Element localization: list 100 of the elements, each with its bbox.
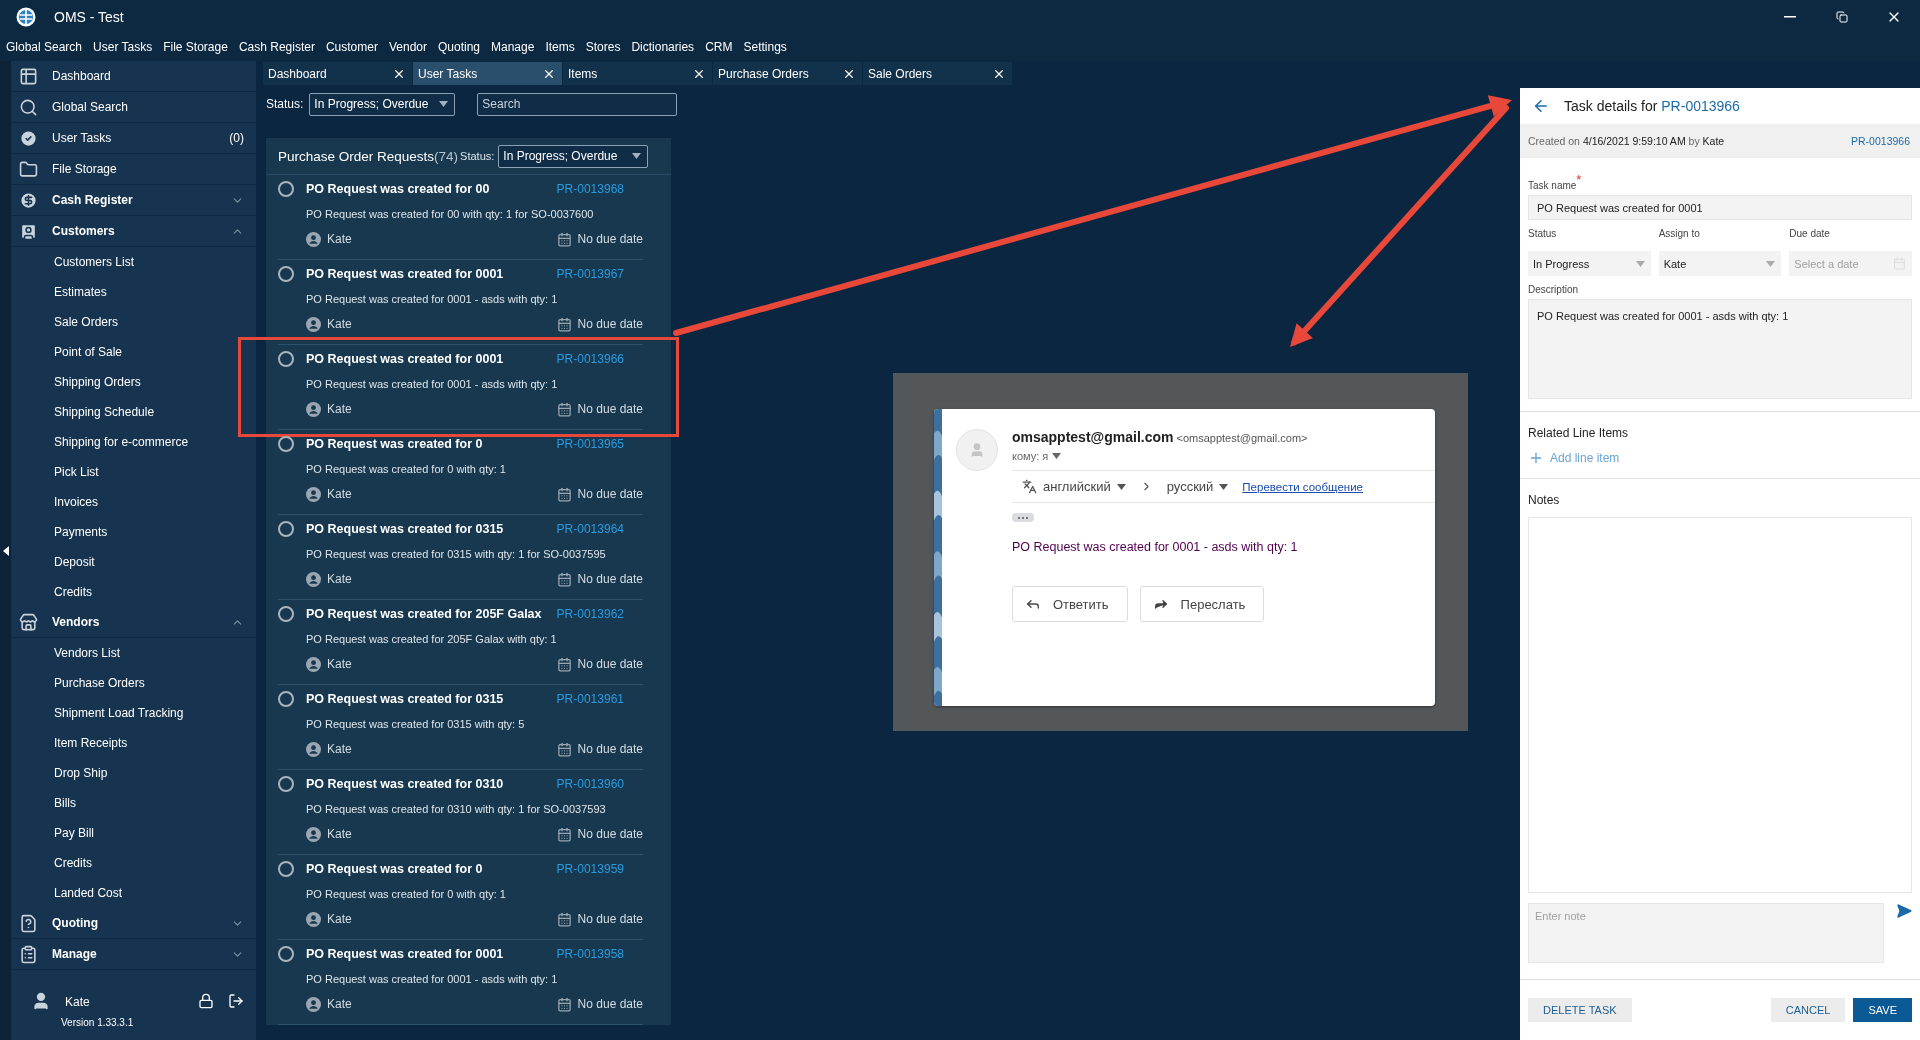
request-link[interactable]: PR-0013958 bbox=[556, 947, 643, 961]
forward-button[interactable]: Переслать bbox=[1139, 586, 1265, 622]
sidebar-subitem[interactable]: Deposit bbox=[11, 547, 256, 577]
status-label: Status: bbox=[460, 150, 495, 162]
request-link[interactable]: PR-0013959 bbox=[556, 862, 643, 876]
request-link[interactable]: PR-0013962 bbox=[556, 607, 643, 621]
sidebar-item[interactable]: Global Search bbox=[11, 92, 256, 123]
language-select[interactable]: русский bbox=[1166, 479, 1214, 494]
tab[interactable]: Purchase Orders bbox=[713, 62, 863, 85]
menu-item[interactable]: Stores bbox=[585, 40, 621, 54]
menu-item[interactable]: Cash Register bbox=[238, 40, 315, 54]
menu-item[interactable]: Global Search bbox=[6, 40, 83, 54]
created-info: Created on 4/16/2021 9:59:10 AM by Kate bbox=[1528, 135, 1725, 147]
sidebar-subitem[interactable]: Item Receipts bbox=[11, 728, 256, 758]
status-select[interactable]: In Progress; Overdue bbox=[498, 144, 649, 168]
sidebar-subitem[interactable]: Invoices bbox=[11, 487, 256, 517]
task-description: PO Request was created for 0 with qty: 1 bbox=[306, 888, 507, 900]
sidebar-subitem[interactable]: Pay Bill bbox=[11, 818, 256, 848]
sidebar-subitem[interactable]: Pick List bbox=[11, 457, 256, 487]
sidebar-subitem[interactable]: Purchase Orders bbox=[11, 668, 256, 698]
tab[interactable]: User Tasks bbox=[413, 62, 563, 85]
send-icon[interactable] bbox=[1896, 903, 1912, 919]
collapse-handle-icon[interactable] bbox=[2, 545, 9, 556]
sidebar-subitem[interactable]: Shipping for e-commerce bbox=[11, 427, 256, 457]
translate-link[interactable]: Перевести сообщение bbox=[1242, 480, 1363, 493]
sidebar-subitem[interactable]: Shipping Orders bbox=[11, 367, 256, 397]
language-select[interactable]: английский bbox=[1043, 479, 1111, 494]
complete-radio[interactable] bbox=[278, 351, 294, 367]
description-field[interactable]: PO Request was created for 0001 - asds with qty: 1 bbox=[1528, 299, 1912, 399]
request-link[interactable]: PR-0013964 bbox=[556, 522, 643, 536]
menu-item[interactable]: Items bbox=[545, 40, 575, 54]
table-icon bbox=[19, 66, 38, 86]
complete-radio[interactable] bbox=[278, 436, 294, 452]
sidebar-subitem[interactable]: Shipping Schedule bbox=[11, 397, 256, 427]
logout-icon[interactable] bbox=[228, 993, 244, 1009]
assignee-select[interactable]: Kate bbox=[1658, 251, 1782, 276]
sidebar-subitem[interactable]: Sale Orders bbox=[11, 307, 256, 337]
menu-item[interactable]: Dictionaries bbox=[631, 40, 695, 54]
sidebar-subitem[interactable]: Vendors List bbox=[11, 638, 256, 668]
search-field[interactable]: Search bbox=[477, 92, 678, 116]
sidebar-subitem[interactable]: Estimates bbox=[11, 277, 256, 307]
tab[interactable]: Items bbox=[563, 62, 713, 85]
menu-item[interactable]: Manage bbox=[491, 40, 535, 54]
sidebar-subitem[interactable]: Credits bbox=[11, 848, 256, 878]
cancel-button[interactable]: CANCEL bbox=[1770, 998, 1846, 1022]
sidebar-item[interactable]: File Storage bbox=[11, 154, 256, 185]
request-link[interactable]: PR-0013966 bbox=[1851, 135, 1910, 147]
sidebar-subitem[interactable]: Bills bbox=[11, 788, 256, 818]
sidebar-subitem[interactable]: Shipment Load Tracking bbox=[11, 698, 256, 728]
field-label: Task name bbox=[1528, 180, 1577, 191]
status-select[interactable]: In Progress; Overdue bbox=[309, 92, 456, 116]
tab[interactable]: Sale Orders bbox=[863, 62, 1013, 85]
complete-radio[interactable] bbox=[278, 861, 294, 877]
complete-radio[interactable] bbox=[278, 946, 294, 962]
sidebar-subitem[interactable]: Credits bbox=[11, 577, 256, 607]
menu-item[interactable]: Settings bbox=[743, 40, 787, 54]
sidebar-item[interactable]: Cash Register bbox=[11, 185, 256, 216]
menu-item[interactable]: Customer bbox=[325, 40, 378, 54]
sender-address: <omsapptest@gmail.com> bbox=[1176, 432, 1308, 444]
sidebar-item[interactable]: User Tasks (0) bbox=[11, 123, 256, 154]
caret-icon bbox=[1052, 453, 1062, 459]
sidebar-item[interactable]: Customers bbox=[11, 216, 256, 247]
menu-item[interactable]: Vendor bbox=[388, 40, 427, 54]
complete-radio[interactable] bbox=[278, 691, 294, 707]
sidebar-item[interactable]: Vendors bbox=[11, 607, 256, 638]
request-link[interactable]: PR-0013966 bbox=[1661, 98, 1740, 114]
menu-item[interactable]: User Tasks bbox=[93, 40, 153, 54]
menu-item[interactable]: File Storage bbox=[163, 40, 228, 54]
more-icon[interactable] bbox=[1012, 513, 1034, 522]
complete-radio[interactable] bbox=[278, 181, 294, 197]
menu-item[interactable]: Quoting bbox=[438, 40, 480, 54]
request-link[interactable]: PR-0013965 bbox=[556, 437, 643, 451]
reply-button[interactable]: Ответить bbox=[1012, 586, 1128, 622]
request-link[interactable]: PR-0013966 bbox=[556, 352, 643, 366]
complete-radio[interactable] bbox=[278, 521, 294, 537]
complete-radio[interactable] bbox=[278, 266, 294, 282]
task-title: PO Request was created for 0315 bbox=[306, 692, 505, 706]
tab[interactable]: Dashboard bbox=[263, 62, 413, 85]
sidebar-item[interactable]: Dashboard bbox=[11, 61, 256, 92]
sidebar-subitem[interactable]: Customers List bbox=[11, 247, 256, 277]
request-link[interactable]: PR-0013960 bbox=[556, 777, 643, 791]
status-select[interactable]: In Progress bbox=[1528, 251, 1651, 276]
task-name-field[interactable]: PO Request was created for 0001 bbox=[1528, 195, 1912, 220]
sidebar-subitem[interactable]: Point of Sale bbox=[11, 337, 256, 367]
back-icon[interactable] bbox=[1532, 97, 1550, 115]
menu-item[interactable]: CRM bbox=[705, 40, 733, 54]
complete-radio[interactable] bbox=[278, 606, 294, 622]
sidebar-subitem[interactable]: Payments bbox=[11, 517, 256, 547]
sidebar-item[interactable]: Manage bbox=[11, 939, 256, 970]
delete-button[interactable]: DELETE TASK bbox=[1528, 998, 1632, 1022]
complete-radio[interactable] bbox=[278, 776, 294, 792]
request-link[interactable]: PR-0013967 bbox=[556, 267, 643, 281]
sidebar-subitem[interactable]: Landed Cost bbox=[11, 878, 256, 908]
request-link[interactable]: PR-0013961 bbox=[556, 692, 643, 706]
sidebar-subitem[interactable]: Drop Ship bbox=[11, 758, 256, 788]
lock-icon[interactable] bbox=[198, 993, 214, 1009]
request-link[interactable]: PR-0013968 bbox=[556, 182, 643, 196]
note-field[interactable]: Enter note bbox=[1528, 903, 1884, 963]
sidebar-item[interactable]: Quoting bbox=[11, 908, 256, 939]
save-button[interactable]: SAVE bbox=[1853, 998, 1912, 1022]
